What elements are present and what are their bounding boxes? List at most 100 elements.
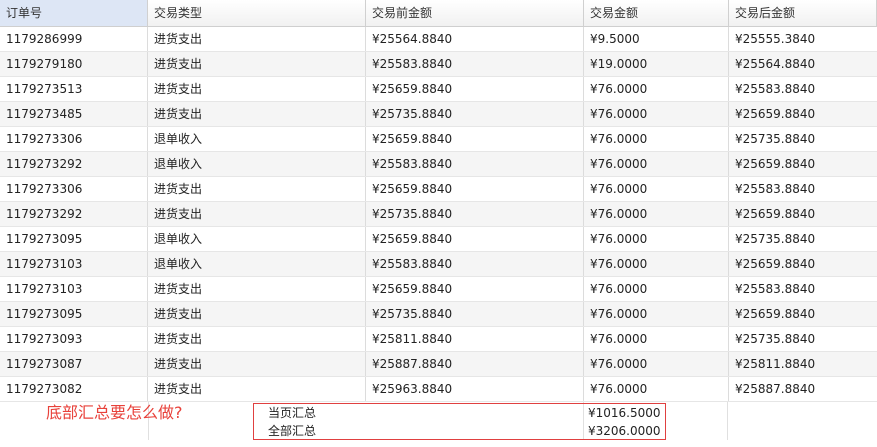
balance-after-cell: ¥25659.8840	[735, 307, 816, 321]
transaction-grid: 订单号 交易类型 交易前金额 交易金额 交易后金额 1179286999 进货支出…	[0, 0, 877, 402]
grid-footer: 底部汇总要怎么做? 当页汇总 ¥1016.5000 全部汇总 ¥3206.000…	[0, 402, 877, 447]
type-cell: 进货支出	[148, 77, 366, 101]
amount-cell: ¥19.0000	[584, 52, 729, 76]
amount-cell: ¥76.0000	[584, 327, 729, 351]
amount-cell: ¥9.5000	[584, 27, 729, 51]
amount-cell: ¥76.0000	[584, 177, 729, 201]
order-id-cell: 1179273093	[0, 327, 148, 351]
amount-cell: ¥76.0000	[584, 377, 729, 401]
order-id-cell: 1179273292	[0, 152, 148, 176]
type-cell: 进货支出	[148, 52, 366, 76]
type-cell: 进货支出	[148, 177, 366, 201]
amount-cell: ¥76.0000	[584, 352, 729, 376]
balance-after-cell: ¥25659.8840	[735, 207, 816, 221]
order-id-cell: 1179273513	[0, 77, 148, 101]
balance-before-cell: ¥25659.8840	[366, 277, 584, 301]
type-cell: 退单收入	[148, 127, 366, 151]
balance-after-cell: ¥25659.8840	[735, 257, 816, 271]
order-id-cell: 1179273082	[0, 377, 148, 401]
table-row[interactable]: 1179273292 进货支出 ¥25735.8840 ¥76.0000 ¥25659.…	[0, 202, 877, 227]
balance-after-cell: ¥25735.8840	[735, 232, 816, 246]
all-total-label: 全部汇总	[268, 424, 317, 438]
amount-cell: ¥76.0000	[584, 227, 729, 251]
order-id-cell: 1179273095	[0, 302, 148, 326]
column-header-balance-after[interactable]: 交易后金额	[729, 0, 877, 26]
table-row[interactable]: 1179273306 退单收入 ¥25659.8840 ¥76.0000 ¥25735.…	[0, 127, 877, 152]
order-id-cell: 1179273095	[0, 227, 148, 251]
amount-cell: ¥76.0000	[584, 252, 729, 276]
table-row[interactable]: 1179273103 退单收入 ¥25583.8840 ¥76.0000 ¥25659.…	[0, 252, 877, 277]
balance-before-cell: ¥25887.8840	[366, 352, 584, 376]
table-row[interactable]: 1179273306 进货支出 ¥25659.8840 ¥76.0000 ¥25583.…	[0, 177, 877, 202]
type-cell: 进货支出	[148, 202, 366, 226]
order-id-cell: 1179279180	[0, 52, 148, 76]
balance-after-cell: ¥25583.8840	[735, 182, 816, 196]
order-id-cell: 1179273306	[0, 127, 148, 151]
table-row[interactable]: 1179273292 退单收入 ¥25583.8840 ¥76.0000 ¥25659.…	[0, 152, 877, 177]
table-row[interactable]: 1179286999 进货支出 ¥25564.8840 ¥9.5000 ¥25555.3…	[0, 27, 877, 52]
type-cell: 退单收入	[148, 252, 366, 276]
order-id-cell: 1179273485	[0, 102, 148, 126]
amount-cell: ¥76.0000	[584, 102, 729, 126]
table-row[interactable]: 1179273093 进货支出 ¥25811.8840 ¥76.0000 ¥25735.…	[0, 327, 877, 352]
type-cell: 进货支出	[148, 102, 366, 126]
table-row[interactable]: 1179273082 进货支出 ¥25963.8840 ¥76.0000 ¥25887.…	[0, 377, 877, 402]
type-cell: 进货支出	[148, 327, 366, 351]
type-cell: 退单收入	[148, 152, 366, 176]
balance-after-cell: ¥25555.3840	[735, 32, 816, 46]
balance-before-cell: ¥25564.8840	[366, 27, 584, 51]
type-cell: 进货支出	[148, 377, 366, 401]
order-id-cell: 1179273087	[0, 352, 148, 376]
balance-before-cell: ¥25583.8840	[366, 152, 584, 176]
balance-after-cell: ¥25887.8840	[735, 382, 816, 396]
page-total-label: 当页汇总	[268, 406, 317, 420]
column-header-order-id[interactable]: 订单号	[0, 0, 148, 26]
table-row[interactable]: 1179273095 进货支出 ¥25735.8840 ¥76.0000 ¥25659.…	[0, 302, 877, 327]
balance-after-cell: ¥25659.8840	[735, 107, 816, 121]
column-header-type[interactable]: 交易类型	[148, 0, 366, 26]
type-cell: 进货支出	[148, 277, 366, 301]
column-header-balance-before[interactable]: 交易前金额	[366, 0, 584, 26]
amount-cell: ¥76.0000	[584, 202, 729, 226]
balance-before-cell: ¥25735.8840	[366, 302, 584, 326]
all-total-value: ¥3206.0000	[588, 424, 661, 438]
annotation-question: 底部汇总要怎么做?	[46, 403, 183, 422]
type-cell: 退单收入	[148, 227, 366, 251]
table-row[interactable]: 1179273485 进货支出 ¥25735.8840 ¥76.0000 ¥25659.…	[0, 102, 877, 127]
table-row[interactable]: 1179279180 进货支出 ¥25583.8840 ¥19.0000 ¥25564.…	[0, 52, 877, 77]
order-id-cell: 1179273292	[0, 202, 148, 226]
table-row[interactable]: 1179273087 进货支出 ¥25887.8840 ¥76.0000 ¥25811.…	[0, 352, 877, 377]
order-id-cell: 1179273103	[0, 277, 148, 301]
balance-before-cell: ¥25659.8840	[366, 77, 584, 101]
table-row[interactable]: 1179273095 退单收入 ¥25659.8840 ¥76.0000 ¥25735.…	[0, 227, 877, 252]
balance-before-cell: ¥25659.8840	[366, 177, 584, 201]
type-cell: 进货支出	[148, 27, 366, 51]
balance-before-cell: ¥25735.8840	[366, 202, 584, 226]
table-row[interactable]: 1179273103 进货支出 ¥25659.8840 ¥76.0000 ¥25583.…	[0, 277, 877, 302]
balance-after-cell: ¥25735.8840	[735, 332, 816, 346]
balance-after-cell: ¥25583.8840	[735, 82, 816, 96]
balance-before-cell: ¥25583.8840	[366, 252, 584, 276]
balance-before-cell: ¥25735.8840	[366, 102, 584, 126]
grid-body: 1179286999 进货支出 ¥25564.8840 ¥9.5000 ¥25555.3…	[0, 27, 877, 402]
grid-header: 订单号 交易类型 交易前金额 交易金额 交易后金额	[0, 0, 877, 27]
balance-before-cell: ¥25659.8840	[366, 127, 584, 151]
balance-before-cell: ¥25811.8840	[366, 327, 584, 351]
footer-divider	[727, 402, 728, 440]
balance-before-cell: ¥25659.8840	[366, 227, 584, 251]
balance-after-cell: ¥25811.8840	[735, 357, 816, 371]
amount-cell: ¥76.0000	[584, 152, 729, 176]
balance-after-cell: ¥25564.8840	[735, 57, 816, 71]
order-id-cell: 1179286999	[0, 27, 148, 51]
balance-after-cell: ¥25659.8840	[735, 157, 816, 171]
amount-cell: ¥76.0000	[584, 302, 729, 326]
type-cell: 进货支出	[148, 352, 366, 376]
column-header-amount[interactable]: 交易金额	[584, 0, 729, 26]
type-cell: 进货支出	[148, 302, 366, 326]
order-id-cell: 1179273306	[0, 177, 148, 201]
page-total-value: ¥1016.5000	[588, 406, 661, 420]
balance-before-cell: ¥25583.8840	[366, 52, 584, 76]
balance-after-cell: ¥25735.8840	[735, 132, 816, 146]
amount-cell: ¥76.0000	[584, 127, 729, 151]
table-row[interactable]: 1179273513 进货支出 ¥25659.8840 ¥76.0000 ¥25583.…	[0, 77, 877, 102]
